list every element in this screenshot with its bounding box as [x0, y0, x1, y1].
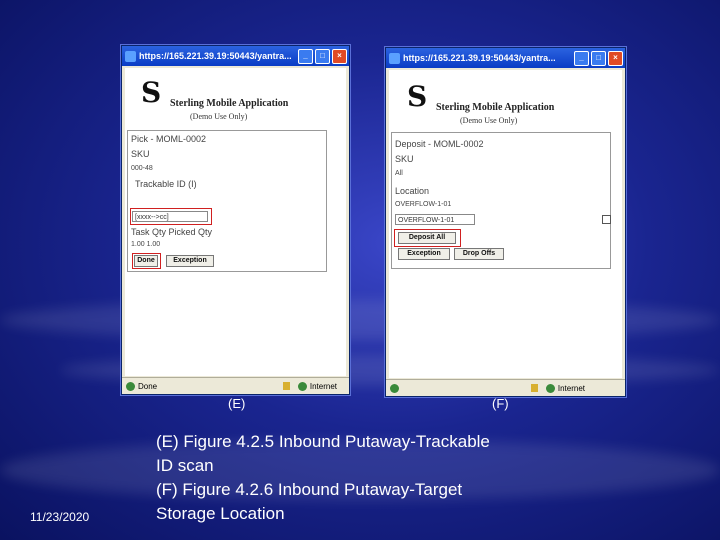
title-bar[interactable]: https://165.221.39.19:50443/yantra... _ …: [122, 46, 349, 66]
page-icon: [126, 381, 135, 391]
zone-text: Internet: [309, 381, 337, 391]
globe-icon: [545, 383, 555, 393]
demo-note: (Demo Use Only): [460, 116, 518, 125]
demo-note: (Demo Use Only): [190, 112, 248, 121]
qty-values: 1.00 1.00: [131, 241, 161, 248]
ie-icon: [125, 50, 136, 62]
sku-value: 000-48: [131, 165, 153, 172]
deposit-label: Deposit - MOML-0002: [395, 139, 484, 149]
caption-line: (F) Figure 4.2.6 Inbound Putaway-Target: [156, 480, 463, 499]
location-value: OVERFLOW-1-01: [395, 201, 452, 208]
app-title: Sterling Mobile Application: [436, 102, 555, 113]
page-content: S Sterling Mobile Application (Demo Use …: [389, 70, 622, 378]
close-button[interactable]: ×: [608, 50, 623, 66]
globe-icon: [297, 381, 307, 391]
sterling-logo: S: [141, 76, 162, 109]
highlight-box: [394, 229, 461, 247]
browser-window-e: https://165.221.39.19:50443/yantra... _ …: [121, 45, 350, 395]
exception-button[interactable]: Exception: [398, 248, 450, 260]
checkbox[interactable]: [602, 215, 611, 224]
exception-button[interactable]: Exception: [166, 255, 214, 267]
slide-date: 11/23/2020: [30, 510, 90, 524]
label-f: (F): [492, 396, 509, 411]
lock-icon: [282, 382, 290, 390]
close-button[interactable]: ×: [332, 48, 347, 64]
title-bar[interactable]: https://165.221.39.19:50443/yantra... _ …: [386, 48, 625, 68]
form-frame: Pick - MOML-0002 SKU 000-48 Trackable ID…: [127, 130, 327, 272]
trackable-label: Trackable ID (I): [135, 179, 197, 189]
drop-offs-button[interactable]: Drop Offs: [454, 248, 504, 260]
sterling-logo: S: [407, 80, 428, 113]
caption-line: Storage Location: [156, 504, 285, 523]
sku-label: SKU: [395, 154, 414, 164]
minimize-button[interactable]: _: [574, 50, 589, 66]
window-title: https://165.221.39.19:50443/yantra...: [139, 51, 292, 61]
location-label: Location: [395, 186, 430, 196]
highlight-box: [132, 253, 161, 269]
page-icon: [390, 383, 399, 393]
location-input[interactable]: OVERFLOW-1-01: [395, 214, 475, 225]
lock-icon: [530, 384, 538, 392]
task-qty-label: Task Qty Picked Qty: [131, 227, 213, 237]
zone-text: Internet: [557, 383, 585, 393]
browser-window-f: https://165.221.39.19:50443/yantra... _ …: [385, 47, 626, 397]
highlight-box: [130, 208, 212, 225]
minimize-button[interactable]: _: [298, 48, 313, 64]
window-title: https://165.221.39.19:50443/yantra...: [403, 53, 556, 63]
maximize-button[interactable]: □: [315, 48, 330, 64]
caption-line: ID scan: [156, 456, 214, 475]
status-text: Done: [138, 381, 158, 391]
page-content: S Sterling Mobile Application (Demo Use …: [125, 68, 346, 376]
sku-label: SKU: [131, 149, 150, 159]
form-frame: Deposit - MOML-0002 SKU All Location OVE…: [391, 132, 611, 269]
label-e: (E): [228, 396, 246, 411]
ie-icon: [389, 52, 400, 64]
sku-value: All: [395, 170, 403, 177]
slide-caption: (E) Figure 4.2.5 Inbound Putaway-Trackab…: [156, 430, 490, 526]
status-bar: Done Internet: [122, 377, 349, 394]
pick-label: Pick - MOML-0002: [131, 134, 207, 144]
maximize-button[interactable]: □: [591, 50, 606, 66]
status-bar: Internet: [386, 379, 625, 396]
caption-line: (E) Figure 4.2.5 Inbound Putaway-Trackab…: [156, 432, 490, 451]
app-title: Sterling Mobile Application: [170, 98, 289, 109]
